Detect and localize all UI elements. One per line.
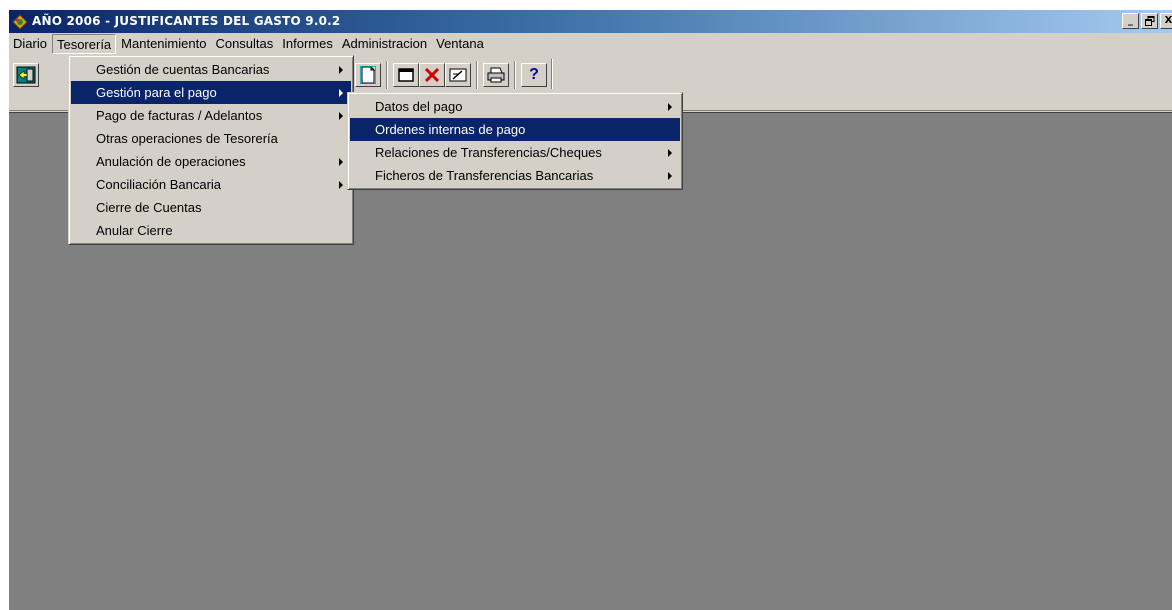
delete-x-icon [424,67,440,83]
menu-item-label: Anulación de operaciones [96,154,246,169]
delete-button[interactable] [419,63,445,87]
title-bar[interactable]: AÑO 2006 - JUSTIFICANTES DEL GASTO 9.0.2… [9,10,1172,33]
printer-icon [487,67,505,83]
menu-item-label: Ordenes internas de pago [375,122,526,137]
submenu-arrow-icon [339,158,343,166]
menu-item-gestion-cuentas[interactable]: Gestión de cuentas Bancarias [71,58,351,81]
window-controls: _ X [1122,13,1172,29]
menu-informes[interactable]: Informes [278,34,337,54]
menu-item-label: Gestión para el pago [96,85,217,100]
menu-ventana[interactable]: Ventana [432,34,488,54]
submenu-item-datos-pago[interactable]: Datos del pago [350,95,680,118]
minimize-button[interactable]: _ [1122,13,1139,29]
menu-consultas[interactable]: Consultas [211,34,277,54]
menu-item-label: Datos del pago [375,99,463,114]
restore-icon [1144,16,1154,26]
window-button[interactable] [393,63,419,87]
submenu-arrow-icon [339,89,343,97]
menu-item-label: Conciliación Bancaria [96,177,222,192]
submenu-arrow-icon [339,66,343,74]
menu-item-cierre-cuentas[interactable]: Cierre de Cuentas [71,196,351,219]
submenu-arrow-icon [668,172,672,180]
app-window: AÑO 2006 - JUSTIFICANTES DEL GASTO 9.0.2… [8,10,1172,610]
restore-button[interactable] [1141,13,1158,29]
menu-item-label: Pago de facturas / Adelantos [96,108,263,123]
menu-diario[interactable]: Diario [9,34,51,54]
menu-item-label: Relaciones de Transferencias/Cheques [375,145,602,160]
submenu-arrow-icon [339,112,343,120]
print-button[interactable] [483,63,509,87]
menu-item-label: Cierre de Cuentas [96,200,202,215]
window-title: AÑO 2006 - JUSTIFICANTES DEL GASTO 9.0.2 [32,14,341,28]
menu-item-otras-operaciones[interactable]: Otras operaciones de Tesorería [71,127,351,150]
toolbar-separator [551,59,553,89]
menu-item-label: Anular Cierre [96,223,173,238]
help-icon: ? [529,66,539,83]
toolbar-separator [514,61,516,89]
submenu-arrow-icon [339,181,343,189]
window-frame-icon [398,68,414,82]
menu-tesoreria[interactable]: Tesorería [51,34,117,54]
submenu-item-ficheros-transferencias[interactable]: Ficheros de Transferencias Bancarias [350,164,680,187]
menu-item-pago-facturas[interactable]: Pago de facturas / Adelantos [71,104,351,127]
app-icon [11,13,29,31]
menu-item-anulacion[interactable]: Anulación de operaciones [71,150,351,173]
menu-item-label: Otras operaciones de Tesorería [96,131,278,146]
menu-administracion[interactable]: Administracion [338,34,431,54]
tesoreria-dropdown: Gestión de cuentas Bancarias Gestión par… [68,55,354,245]
help-button[interactable]: ? [521,63,547,87]
submenu-item-ordenes-internas[interactable]: Ordenes internas de pago [350,118,680,141]
menu-item-conciliacion[interactable]: Conciliación Bancaria [71,173,351,196]
toolbar-separator [386,61,388,89]
menu-bar: Diario Tesorería Mantenimiento Consultas… [9,33,1172,55]
submenu-arrow-icon [668,103,672,111]
close-button[interactable]: X [1160,13,1172,29]
menu-item-label: Gestión de cuentas Bancarias [96,62,270,77]
exit-door-icon [16,66,36,84]
menu-mantenimiento[interactable]: Mantenimiento [117,34,210,54]
new-document-button[interactable] [355,63,381,87]
exit-button[interactable] [13,63,39,87]
menu-item-gestion-pago[interactable]: Gestión para el pago [71,81,351,104]
submenu-arrow-icon [668,149,672,157]
submenu-item-relaciones-transferencias[interactable]: Relaciones de Transferencias/Cheques [350,141,680,164]
pago-submenu: Datos del pago Ordenes internas de pago … [347,92,683,190]
toolbar-separator [476,61,478,89]
menu-item-anular-cierre[interactable]: Anular Cierre [71,219,351,242]
edit-pencil-icon [449,68,467,82]
edit-button[interactable] [445,63,471,87]
new-document-icon [360,66,376,84]
menu-item-label: Ficheros de Transferencias Bancarias [375,168,594,183]
